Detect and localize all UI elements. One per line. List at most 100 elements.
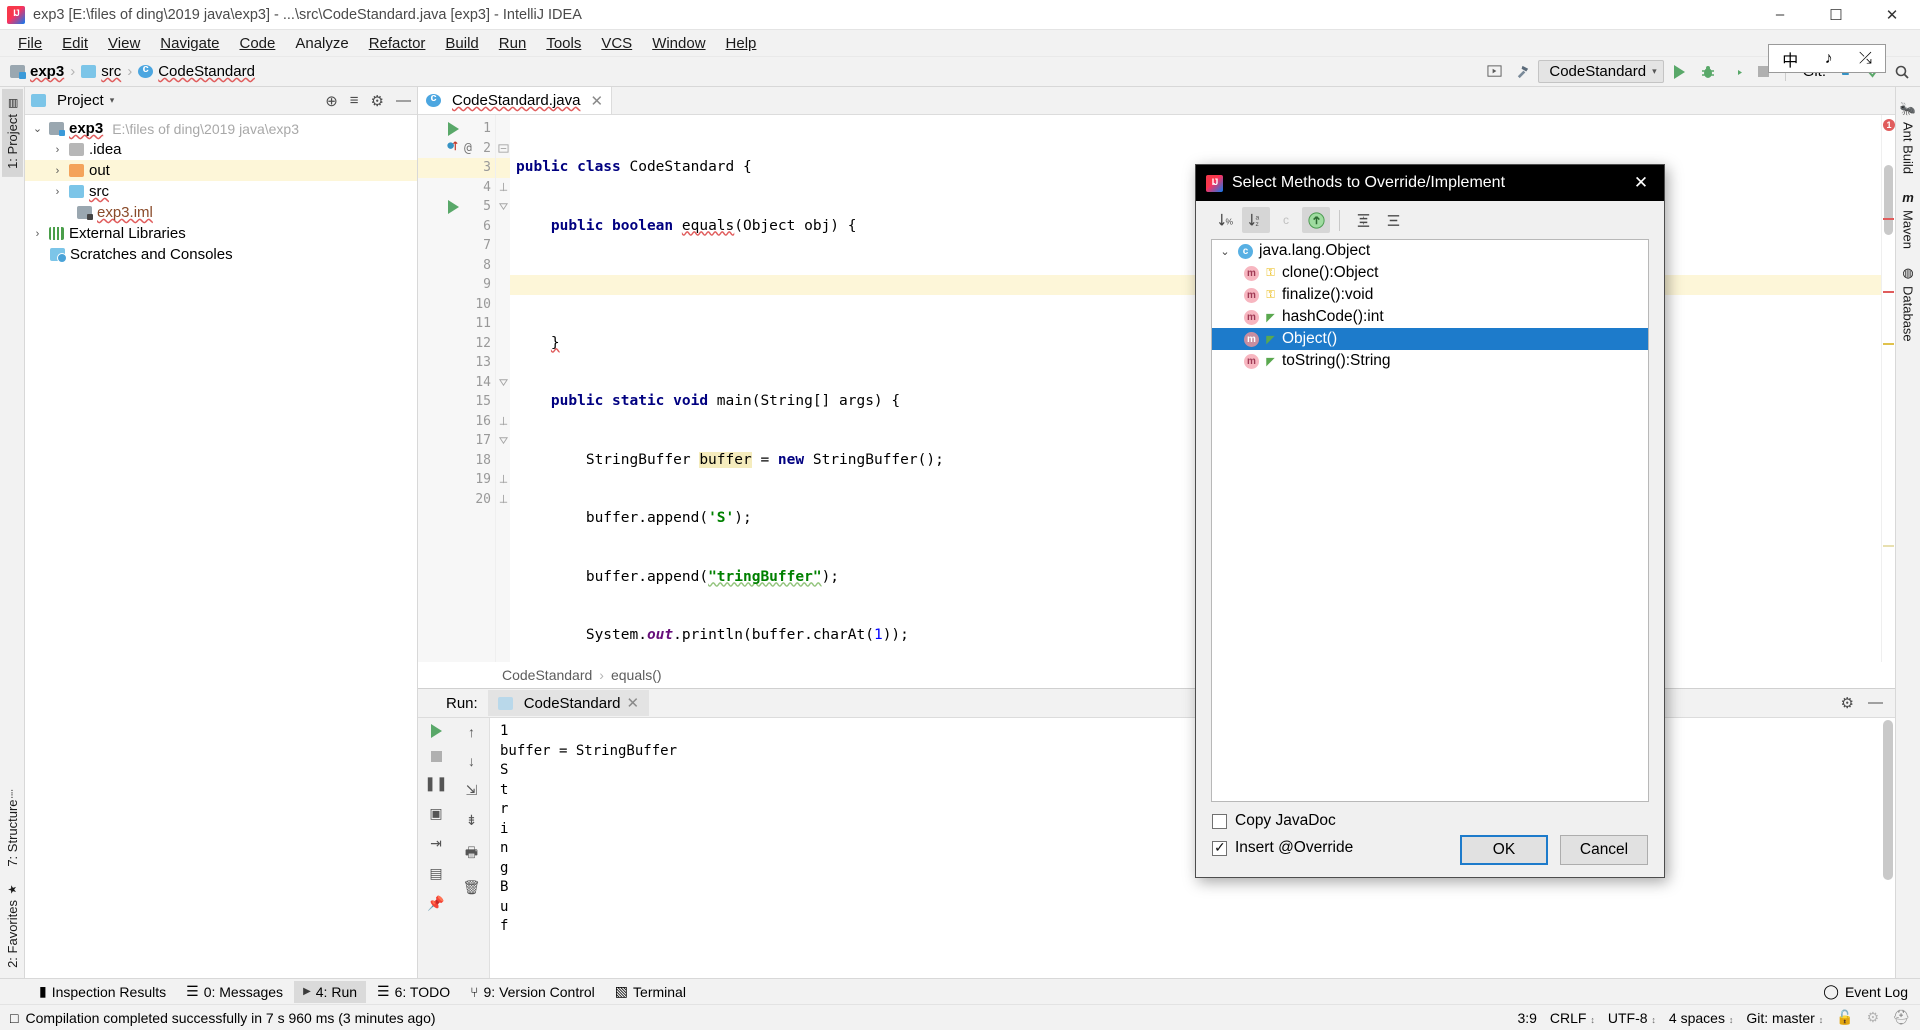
menu-window[interactable]: Window <box>642 32 715 55</box>
method-item-hashcode[interactable]: m ◤ hashCode():int <box>1212 306 1648 328</box>
pause-icon[interactable]: ❚❚ <box>424 775 447 792</box>
gutter-line[interactable]: 8 <box>418 256 495 276</box>
run-class-icon[interactable] <box>448 121 459 136</box>
export-icon[interactable]: ⇥ <box>430 835 442 852</box>
gutter-line[interactable]: 1 <box>418 119 495 139</box>
menu-file[interactable]: File <box>8 32 52 55</box>
editor-gutter[interactable]: 1 @ 2 3 4 5 6 7 8 9 10 11 12 13 14 15 16… <box>418 115 496 662</box>
sidebar-item-project[interactable]: 1: Project ▤ <box>1 89 23 177</box>
bottom-tab-messages[interactable]: ☰ 0: Messages <box>177 980 292 1003</box>
run-panel-hide-icon[interactable]: — <box>1868 694 1883 712</box>
close-button[interactable]: ✕ <box>1864 0 1920 30</box>
tree-node-exp3[interactable]: ⌄ exp3 E:\files of ding\2019 java\exp3 <box>25 118 417 139</box>
tree-node-src[interactable]: › src <box>25 181 417 202</box>
show-inherited-members-button[interactable] <box>1302 207 1330 233</box>
fold-region-icon[interactable] <box>496 431 510 451</box>
method-tree-node-class[interactable]: ⌄ c java.lang.Object <box>1212 240 1648 262</box>
editor-scrollbar-thumb[interactable] <box>1884 165 1893 235</box>
encoding-widget[interactable]: UTF-8 ↕ <box>1608 1010 1656 1026</box>
gutter-line[interactable]: 18 <box>418 451 495 471</box>
menu-code[interactable]: Code <box>229 32 285 55</box>
gutter-line[interactable]: 3 <box>418 158 495 178</box>
chevron-right-icon[interactable]: › <box>31 228 44 240</box>
error-count-badge[interactable]: 1 <box>1883 119 1895 131</box>
menu-vcs[interactable]: VCS <box>591 32 642 55</box>
bottom-tab-run[interactable]: ▶ 4: Run <box>294 980 367 1003</box>
console-output[interactable]: 1 buffer = StringBuffer St r i n g Bu f <box>490 718 1881 978</box>
method-item-tostring[interactable]: m ◤ toString():String <box>1212 350 1648 372</box>
bottom-tab-terminal[interactable]: ▧ Terminal <box>606 980 695 1003</box>
gutter-line[interactable]: 9 <box>418 275 495 295</box>
maximize-button[interactable]: ☐ <box>1808 0 1864 30</box>
gutter-line[interactable]: 16 <box>418 412 495 432</box>
fold-region-icon[interactable] <box>496 373 510 393</box>
method-item-finalize[interactable]: m ⚿ finalize():void <box>1212 284 1648 306</box>
locate-file-icon[interactable]: ⊕ <box>325 92 338 110</box>
tree-node-scratches[interactable]: Scratches and Consoles <box>25 244 417 265</box>
tab-codestandard-java[interactable]: CodeStandard.java ✕ <box>418 87 613 114</box>
ime-switch-icon[interactable]: ⤰ <box>1859 50 1872 68</box>
menu-run[interactable]: Run <box>489 32 537 55</box>
indent-widget[interactable]: 4 spaces ↕ <box>1669 1010 1733 1026</box>
hector-icon[interactable]: ⛑ <box>1892 1009 1910 1026</box>
soft-wrap-icon[interactable]: ⇲ <box>466 782 478 799</box>
cancel-button[interactable]: Cancel <box>1560 835 1648 865</box>
sidebar-item-database[interactable]: ◍ Database <box>1898 257 1919 350</box>
gutter-line[interactable]: 6 <box>418 217 495 237</box>
select-methods-dialog[interactable]: Select Methods to Override/Implement ✕ %… <box>1195 164 1665 878</box>
tree-node-external-libraries[interactable]: › External Libraries <box>25 223 417 244</box>
fold-end-icon[interactable] <box>496 178 510 198</box>
copy-javadoc-checkbox-row[interactable]: Copy JavaDoc <box>1212 812 1648 830</box>
gutter-line[interactable]: 20 <box>418 490 495 510</box>
run-method-icon[interactable] <box>448 199 459 214</box>
gutter-line[interactable]: 17 <box>418 431 495 451</box>
line-separator-widget[interactable]: CRLF ↕ <box>1550 1010 1595 1026</box>
sidebar-item-favorites[interactable]: 2: Favorites ★ <box>2 875 23 976</box>
build-hammer-icon[interactable] <box>1510 60 1534 84</box>
nav-crumb-class[interactable]: CodeStandard <box>134 61 259 82</box>
chevron-right-icon[interactable]: › <box>51 186 64 198</box>
gutter-line[interactable]: 7 <box>418 236 495 256</box>
methods-list[interactable]: ⌄ c java.lang.Object m ⚿ clone():Object … <box>1211 239 1649 802</box>
print-icon[interactable]: 🖶 <box>465 842 478 866</box>
inspection-gear-icon[interactable]: ⚙ <box>1867 1009 1880 1026</box>
sidebar-item-ant-build[interactable]: 🐜 Ant Build <box>1897 93 1919 182</box>
gutter-line[interactable]: 12 <box>418 334 495 354</box>
gutter-line[interactable]: 15 <box>418 392 495 412</box>
ok-button[interactable]: OK <box>1460 835 1548 865</box>
run-with-coverage-button[interactable] <box>1724 60 1748 84</box>
pin-icon[interactable]: 📌 <box>427 895 444 912</box>
project-view-chevron-down-icon[interactable]: ▾ <box>110 95 115 106</box>
collapse-all-button[interactable] <box>1379 207 1407 233</box>
fold-region-icon[interactable] <box>496 197 510 217</box>
stop-icon[interactable] <box>430 751 442 762</box>
fold-end-icon[interactable] <box>496 470 510 490</box>
scroll-to-end-icon[interactable]: ⇟ <box>466 812 478 829</box>
collapse-all-icon[interactable]: ≡ <box>350 92 359 109</box>
menu-refactor[interactable]: Refactor <box>359 32 436 55</box>
warning-stripe-mark[interactable] <box>1883 545 1894 547</box>
sidebar-item-maven[interactable]: m Maven <box>1898 182 1919 257</box>
method-item-object[interactable]: m ◤ Object() <box>1212 328 1648 350</box>
screenshot-icon[interactable]: ▣ <box>429 805 442 822</box>
console-scrollbar-thumb[interactable] <box>1883 720 1893 880</box>
hide-panel-icon[interactable]: — <box>396 92 411 109</box>
editor-error-stripe[interactable]: 1 <box>1881 115 1895 662</box>
gutter-line[interactable]: 14 <box>418 373 495 393</box>
sort-by-percent-button[interactable]: % <box>1212 207 1240 233</box>
bottom-tab-version-control[interactable]: ⑂ 9: Version Control <box>461 981 604 1003</box>
chevron-right-icon[interactable]: › <box>51 144 64 156</box>
menu-edit[interactable]: Edit <box>52 32 98 55</box>
fold-end-icon[interactable] <box>496 490 510 510</box>
gutter-line[interactable]: 5 <box>418 197 495 217</box>
status-message[interactable]: Compilation completed successfully in 7 … <box>25 1010 435 1026</box>
ime-mode-chinese[interactable]: 中 <box>1782 47 1798 71</box>
editor-fold-column[interactable] <box>496 115 510 662</box>
code-editor[interactable]: 1 @ 2 3 4 5 6 7 8 9 10 11 12 13 14 15 16… <box>418 115 1895 662</box>
menu-navigate[interactable]: Navigate <box>150 32 229 55</box>
error-stripe-mark[interactable] <box>1883 218 1894 220</box>
caret-position[interactable]: 3:9 <box>1517 1010 1536 1026</box>
tree-node-exp3-iml[interactable]: exp3.iml <box>25 202 417 223</box>
expand-all-button[interactable] <box>1349 207 1377 233</box>
chevron-down-icon[interactable]: ⌄ <box>1218 245 1232 258</box>
